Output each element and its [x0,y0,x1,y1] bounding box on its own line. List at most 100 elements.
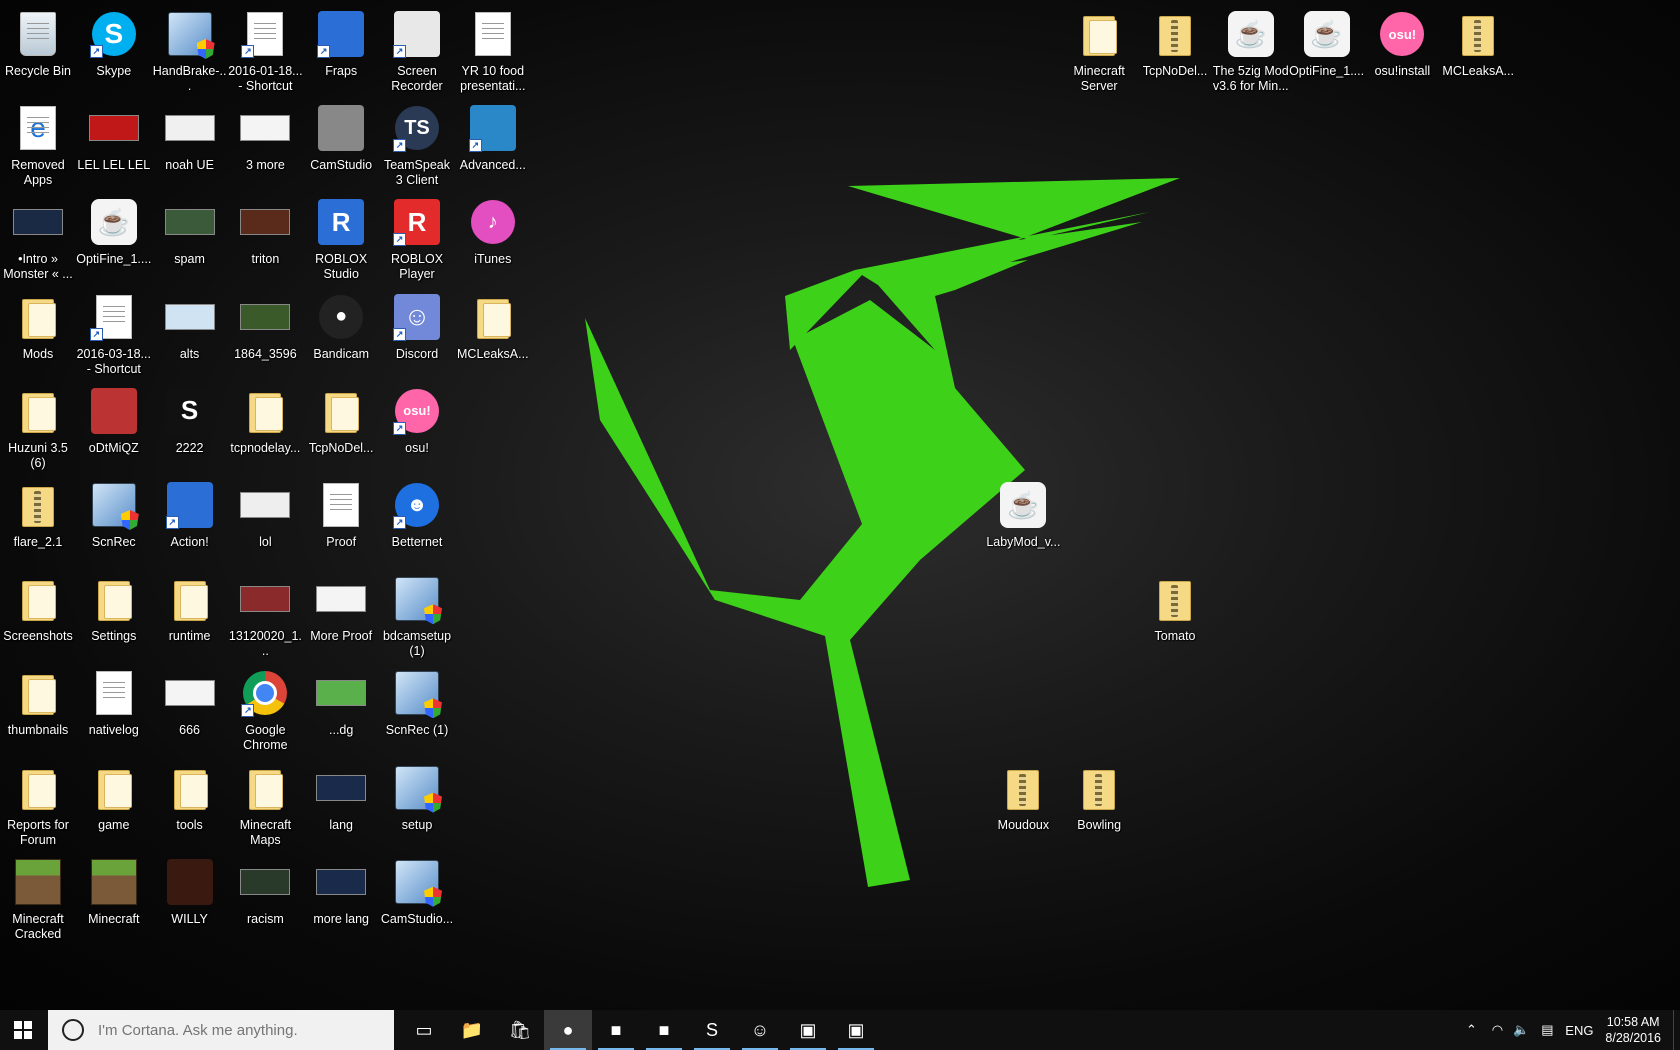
desktop-icon[interactable]: R ROBLOX Studio [303,190,379,284]
desktop-icon[interactable]: more lang [303,850,379,944]
desktop-icon[interactable]: YR 10 food presentati... [455,2,531,96]
desktop-icon[interactable]: ScnRec [76,473,152,567]
desktop-icon[interactable]: MCLeaksA... [1440,2,1516,96]
desktop-icon[interactable]: Mods [0,285,76,379]
desktop-icon[interactable]: lang [303,756,379,850]
desktop-icon[interactable]: S 2222 [152,379,228,473]
volume-icon[interactable]: 🔈 [1509,1010,1533,1050]
desktop-icon[interactable]: 13120020_1... [227,567,303,661]
desktop-icon[interactable]: ↗ 2016-03-18... - Shortcut [76,285,152,379]
desktop-icon[interactable]: ☺ ↗ Discord [379,285,455,379]
desktop-icon[interactable]: ☕ The 5zig Mod v3.6 for Min... [1213,2,1289,96]
desktop-icon[interactable]: •Intro » Monster « ... [0,190,76,284]
installer-icon-glyph [395,577,439,622]
desktop-icon-label: oDtMiQZ [88,440,139,455]
network-icon[interactable]: ◠ [1485,1010,1509,1050]
desktop-icon[interactable]: Recycle Bin [0,2,76,96]
desktop-icon[interactable]: ScnRec (1) [379,661,455,755]
desktop-icon[interactable]: setup [379,756,455,850]
desktop-icon[interactable]: osu! osu!install [1364,2,1440,96]
desktop-icon[interactable]: ♪ iTunes [455,190,531,284]
desktop-icon[interactable]: TcpNoDel... [303,379,379,473]
action-center-icon[interactable]: ▤ [1533,1010,1561,1050]
desktop-icon[interactable]: Huzuni 3.5 (6) [0,379,76,473]
desktop-icon[interactable]: HandBrake-... [152,2,228,96]
desktop-icon[interactable]: tcpnodelay... [227,379,303,473]
desktop-icon[interactable]: ↗ 2016-01-18... - Shortcut [227,2,303,96]
desktop-icon[interactable]: racism [227,850,303,944]
desktop-icon[interactable]: ↗ Action! [152,473,228,567]
show-desktop-button[interactable] [1673,1010,1680,1050]
desktop-icon-label: Minecraft [88,911,140,926]
desktop-icon[interactable]: Minecraft Server [1061,2,1137,96]
taskbar-file-explorer-button[interactable]: 📁 [448,1010,496,1050]
taskbar-discord-button[interactable]: ☺ [736,1010,784,1050]
desktop-icon[interactable]: Bowling [1061,756,1137,850]
taskbar-store-button[interactable]: 🛍 [496,1010,544,1050]
desktop-icon[interactable]: ↗ Screen Recorder [379,2,455,96]
desktop-icon[interactable]: ...dg [303,661,379,755]
desktop-icon[interactable]: game [76,756,152,850]
desktop-icon[interactable]: ↗ Advanced... [455,96,531,190]
desktop-icon[interactable]: TcpNoDel... [1137,2,1213,96]
desktop-icon[interactable]: runtime [152,567,228,661]
taskbar-chrome-button[interactable]: ● [544,1010,592,1050]
desktop-icon[interactable]: Reports for Forum [0,756,76,850]
desktop-icon[interactable]: triton [227,190,303,284]
taskbar-minecraft-button[interactable]: ■ [592,1010,640,1050]
taskbar-chest-button[interactable]: ▣ [832,1010,880,1050]
desktop-icon[interactable]: Minecraft Cracked [0,850,76,944]
desktop-icon[interactable]: ☕ OptiFine_1.... [76,190,152,284]
cortana-search-input[interactable] [96,1020,380,1040]
desktop-icon[interactable]: ☻ ↗ Betternet [379,473,455,567]
desktop-icon[interactable]: ↗ Google Chrome [227,661,303,755]
desktop-icon[interactable]: oDtMiQZ [76,379,152,473]
desktop-icon-label: Bowling [1077,817,1122,832]
desktop-icon[interactable]: MCLeaksA... [455,285,531,379]
desktop-icon[interactable]: 1864_3596 [227,285,303,379]
desktop[interactable]: Recycle Bin S ↗ Skype HandBrake-... ↗ 2016-01-… [0,0,1680,1010]
desktop-icon[interactable]: 3 more [227,96,303,190]
taskbar-skype-button[interactable]: S [688,1010,736,1050]
desktop-icon[interactable]: TS ↗ TeamSpeak 3 Client [379,96,455,190]
desktop-icon[interactable]: thumbnails [0,661,76,755]
desktop-icon[interactable]: osu! ↗ osu! [379,379,455,473]
desktop-icon[interactable]: 666 [152,661,228,755]
desktop-icon[interactable]: CamStudio... [379,850,455,944]
desktop-icon[interactable]: Proof [303,473,379,567]
desktop-icon[interactable]: ☕ LabyMod_v... [985,473,1061,567]
desktop-icon[interactable]: Tomato [1137,567,1213,661]
desktop-icon[interactable]: nativelog [76,661,152,755]
language-indicator[interactable]: ENG [1561,1010,1597,1050]
desktop-icon[interactable]: Settings [76,567,152,661]
clock[interactable]: 10:58 AM 8/28/2016 [1605,1014,1661,1046]
desktop-icon[interactable]: bdcamsetup (1) [379,567,455,661]
desktop-icon[interactable]: ↗ Fraps [303,2,379,96]
desktop-icon[interactable]: noah UE [152,96,228,190]
desktop-icon-label: 1864_3596 [234,346,297,361]
desktop-icon[interactable]: WILLY [152,850,228,944]
desktop-icon[interactable]: spam [152,190,228,284]
show-hidden-icons-button[interactable]: ⌃ [1457,1010,1485,1050]
cortana-search-box[interactable] [48,1010,394,1050]
taskbar-chest-button[interactable]: ▣ [784,1010,832,1050]
start-button[interactable] [0,1010,46,1050]
desktop-icon[interactable]: ☕ OptiFine_1.... [1289,2,1365,96]
desktop-icon[interactable]: alts [152,285,228,379]
desktop-icon[interactable]: CamStudio [303,96,379,190]
desktop-icon[interactable]: LEL LEL LEL [76,96,152,190]
desktop-icon[interactable]: ● Bandicam [303,285,379,379]
desktop-icon[interactable]: flare_2.1 [0,473,76,567]
desktop-icon[interactable]: R ↗ ROBLOX Player [379,190,455,284]
desktop-icon[interactable]: Screenshots [0,567,76,661]
taskbar-minecraft-button[interactable]: ■ [640,1010,688,1050]
desktop-icon[interactable]: tools [152,756,228,850]
desktop-icon[interactable]: Minecraft Maps [227,756,303,850]
desktop-icon[interactable]: e Removed Apps [0,96,76,190]
desktop-icon[interactable]: S ↗ Skype [76,2,152,96]
desktop-icon[interactable]: More Proof [303,567,379,661]
taskbar-task-view-button[interactable]: ▭ [400,1010,448,1050]
desktop-icon[interactable]: Moudoux [985,756,1061,850]
desktop-icon[interactable]: Minecraft [76,850,152,944]
desktop-icon[interactable]: lol [227,473,303,567]
